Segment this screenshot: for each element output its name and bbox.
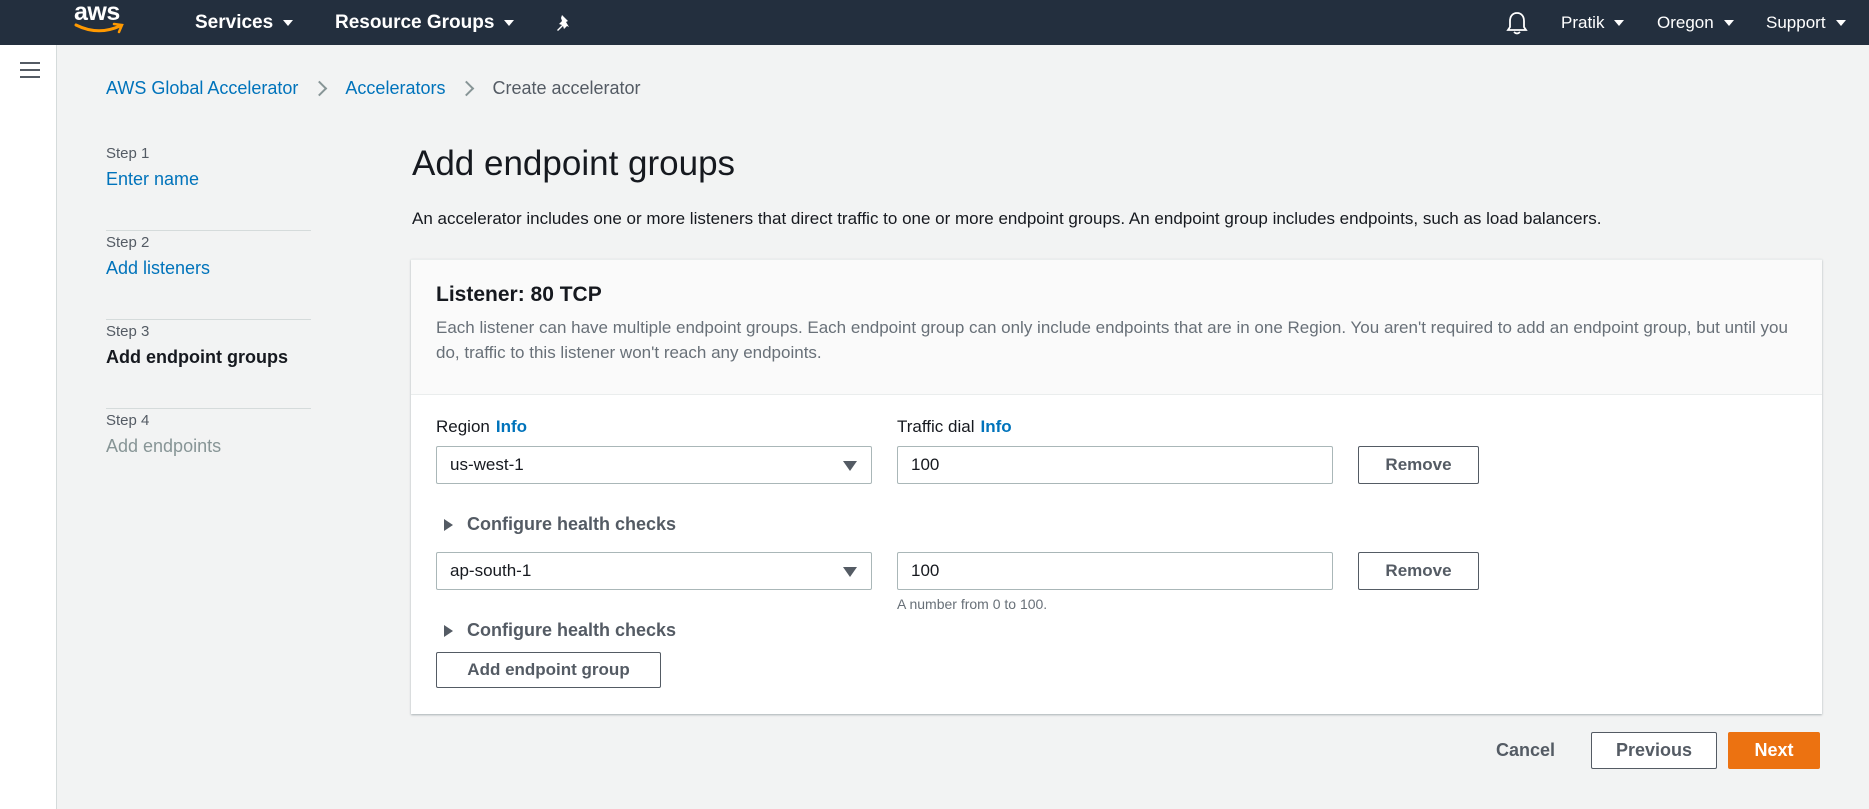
step-disabled-add-endpoints: Add endpoints [106, 436, 222, 456]
support-menu-label: Support [1766, 12, 1826, 32]
step-link-enter-name[interactable]: Enter name [106, 166, 311, 192]
wizard-step-1: Step 1 Enter name [106, 142, 311, 231]
user-menu-label: Pratik [1561, 12, 1605, 32]
remove-group-button-1[interactable]: Remove [1358, 446, 1479, 484]
traffic-dial-label-text: Traffic dial [897, 417, 975, 436]
remove-group-button-2[interactable]: Remove [1358, 552, 1479, 590]
chevron-down-icon [1614, 19, 1625, 26]
chevron-right-icon [312, 80, 328, 96]
traffic-dial-input-2[interactable] [897, 552, 1333, 590]
pin-icon [557, 14, 569, 31]
resource-groups-menu[interactable]: Resource Groups [335, 0, 515, 45]
breadcrumb-current: Create accelerator [492, 77, 641, 98]
traffic-dial-info-link[interactable]: Info [980, 417, 1011, 436]
breadcrumb-accelerators[interactable]: Accelerators [345, 78, 445, 99]
configure-health-checks-toggle-1[interactable]: Configure health checks [436, 514, 676, 535]
page-title: Add endpoint groups [412, 144, 736, 183]
services-menu[interactable]: Services [195, 0, 294, 45]
region-select-2[interactable]: ap-south-1 [436, 552, 872, 590]
notifications-button[interactable] [1506, 0, 1528, 45]
step-number: Step 3 [106, 323, 150, 340]
cancel-button[interactable]: Cancel [1478, 732, 1573, 769]
previous-button[interactable]: Previous [1591, 732, 1717, 769]
pin-button[interactable] [555, 0, 573, 45]
caret-down-icon [843, 461, 857, 471]
step-number: Step 1 [106, 145, 150, 162]
breadcrumb: AWS Global Accelerator Accelerators Crea… [106, 76, 641, 100]
region-select-1[interactable]: us-west-1 [436, 446, 872, 484]
wizard-steps: Step 1 Enter name Step 2 Add listeners S… [106, 142, 311, 498]
add-endpoint-group-button[interactable]: Add endpoint group [436, 652, 661, 688]
chevron-down-icon [283, 19, 294, 26]
step-number: Step 4 [106, 412, 150, 429]
wizard-step-3: Step 3 Add endpoint groups [106, 320, 311, 409]
services-menu-label: Services [195, 11, 274, 33]
chevron-down-icon [504, 19, 515, 26]
chevron-down-icon [1723, 19, 1734, 26]
region-label: Region Info [436, 417, 527, 437]
listener-panel-header: Listener: 80 TCP Each listener can have … [411, 260, 1822, 395]
breadcrumb-global-accelerator[interactable]: AWS Global Accelerator [106, 78, 298, 99]
traffic-dial-label: Traffic dial Info [897, 417, 1012, 437]
chevron-down-icon [1835, 19, 1846, 26]
menu-toggle-icon[interactable] [20, 62, 40, 78]
aws-logo[interactable]: aws [74, 0, 130, 40]
region-menu[interactable]: Oregon [1657, 0, 1734, 45]
aws-smile-icon [74, 22, 124, 34]
wizard-step-2: Step 2 Add listeners [106, 231, 311, 320]
next-button[interactable]: Next [1728, 732, 1820, 769]
step-link-add-listeners[interactable]: Add listeners [106, 255, 311, 281]
listener-description: Each listener can have multiple endpoint… [436, 318, 1788, 362]
caret-right-icon [444, 624, 453, 637]
caret-down-icon [843, 567, 857, 577]
wizard-step-4: Step 4 Add endpoints [106, 409, 311, 498]
caret-right-icon [444, 518, 453, 531]
listener-title: Listener: 80 TCP [436, 283, 602, 306]
traffic-dial-hint: A number from 0 to 100. [897, 596, 1048, 612]
listener-panel: Listener: 80 TCP Each listener can have … [411, 259, 1822, 714]
region-select-value: us-west-1 [450, 455, 524, 474]
region-info-link[interactable]: Info [496, 417, 527, 436]
region-label-text: Region [436, 417, 490, 436]
traffic-dial-input-1[interactable] [897, 446, 1333, 484]
configure-health-checks-label: Configure health checks [467, 620, 677, 640]
configure-health-checks-label: Configure health checks [467, 514, 677, 534]
bell-icon [1506, 11, 1528, 34]
step-current-add-endpoint-groups: Add endpoint groups [106, 347, 288, 367]
page-description: An accelerator includes one or more list… [412, 209, 1602, 228]
step-number: Step 2 [106, 234, 150, 251]
region-select-value: ap-south-1 [450, 561, 532, 580]
support-menu[interactable]: Support [1766, 0, 1846, 45]
configure-health-checks-toggle-2[interactable]: Configure health checks [436, 620, 676, 641]
resource-groups-menu-label: Resource Groups [335, 11, 495, 33]
region-menu-label: Oregon [1657, 12, 1714, 32]
top-navigation-bar: aws Services Resource Groups Pratik Oreg… [0, 0, 1869, 45]
chevron-right-icon [459, 80, 475, 96]
side-navigation-rail [0, 45, 57, 809]
user-menu[interactable]: Pratik [1561, 0, 1625, 45]
